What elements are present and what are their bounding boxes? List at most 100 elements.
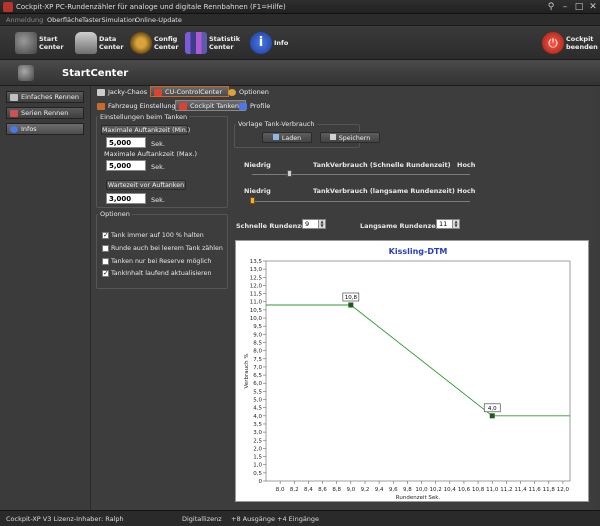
- minimize-button[interactable]: –: [558, 1, 572, 13]
- save-button[interactable]: Speichern: [320, 132, 380, 143]
- nav-serien-rennen[interactable]: Serien Rennen: [6, 107, 84, 119]
- data-point: [348, 302, 354, 308]
- y-tick-label: 6,0: [253, 381, 262, 387]
- unit-label: Sek.: [151, 140, 165, 148]
- tab-profile[interactable]: Profile: [235, 100, 277, 111]
- fast-lap-spinner[interactable]: 9 ▲ ▼: [302, 219, 326, 229]
- statistik-center-button[interactable]: Statistik Center: [185, 30, 240, 56]
- checkbox-label: Tank immer auf 100 % halten: [111, 232, 204, 239]
- template-group-title: Vorlage Tank-Verbrauch: [236, 120, 317, 128]
- x-tick-label: 10,0: [415, 487, 428, 493]
- y-tick-label: 11,5: [250, 292, 263, 298]
- power-icon: ⏻: [542, 32, 564, 54]
- max-refuel-input[interactable]: 5,000: [106, 160, 146, 171]
- data-point: [489, 413, 495, 419]
- tanken-group-title: Einstellungen beim Tanken: [98, 113, 190, 121]
- slider-slow-high: Hoch: [457, 187, 476, 195]
- x-tick-label: 11,0: [486, 487, 499, 493]
- page-header: StartCenter: [0, 60, 600, 86]
- tab-optionen[interactable]: Optionen: [224, 86, 276, 97]
- y-tick-label: 10,0: [250, 316, 263, 322]
- slow-lap-spinner[interactable]: 11 ▲ ▼: [436, 219, 460, 229]
- slider-fast-low: Niedrig: [244, 161, 271, 169]
- config-center-label: Config Center: [154, 35, 179, 51]
- license-text: Cockpit-XP V3 Lizenz-Inhaber: Ralph: [6, 515, 124, 523]
- quit-button[interactable]: ⏻ Cockpit beenden: [542, 30, 598, 56]
- data-label: 10,8: [345, 295, 358, 301]
- checkbox-tank-100[interactable]: [102, 231, 109, 239]
- spinner-arrows-icon[interactable]: ▲ ▼: [318, 220, 325, 228]
- data-center-label: Data Center: [99, 35, 124, 51]
- slider-slow-track[interactable]: [252, 201, 470, 202]
- slider-slow-low: Niedrig: [244, 187, 271, 195]
- x-tick-label: 10,8: [472, 487, 485, 493]
- chart-title: Kissling-DTM: [389, 247, 448, 256]
- config-center-button[interactable]: Config Center: [130, 30, 180, 56]
- y-tick-label: 13,5: [250, 259, 263, 265]
- tab-label: Fahrzeug Einstellungen: [108, 102, 184, 110]
- x-tick-label: 9,6: [389, 487, 398, 493]
- plot-area: [265, 260, 571, 482]
- x-tick-label: 11,4: [514, 487, 527, 493]
- x-tick-label: 8,4: [304, 487, 313, 493]
- save-label: Speichern: [338, 135, 371, 142]
- nav-label: Serien Rennen: [21, 109, 69, 117]
- checkbox-reserve-only[interactable]: [102, 258, 109, 265]
- slow-lap-value: 11: [439, 220, 448, 228]
- nav-einfaches-rennen[interactable]: Einfaches Rennen: [6, 91, 84, 103]
- menu-online-update[interactable]: Online-Update: [135, 16, 182, 24]
- min-refuel-input[interactable]: 5,000: [106, 137, 146, 148]
- info-label: Info: [274, 39, 289, 47]
- info-icon: i: [250, 32, 272, 54]
- chart-svg: Kissling-DTM 0 0,5 1,0 1,5 2,0 2,5 3,0 3,5 4,0 4,5…: [244, 247, 571, 501]
- start-center-label: Start Center: [39, 35, 64, 51]
- x-tick-label: 8,2: [290, 487, 299, 493]
- spinner-arrows-icon[interactable]: ▲ ▼: [452, 220, 459, 228]
- menu-bar: Anmeldung Oberfläche TasterSimulation On…: [0, 14, 600, 26]
- x-tick-label: 11,2: [500, 487, 512, 493]
- car-settings-icon: [97, 103, 105, 110]
- x-tick-label: 9,4: [375, 487, 384, 493]
- statistik-center-label: Statistik Center: [209, 35, 241, 51]
- x-tick-label: 11,6: [529, 487, 542, 493]
- slider-fast-track[interactable]: [252, 174, 470, 175]
- close-button[interactable]: ✕: [586, 1, 600, 13]
- menu-tastersimulation[interactable]: TasterSimulation: [82, 16, 136, 24]
- slider-fast-knob[interactable]: [287, 170, 293, 177]
- car-icon: [97, 89, 105, 96]
- app-icon: [3, 2, 13, 12]
- info-button[interactable]: i Info: [250, 30, 295, 56]
- y-tick-label: 7,0: [253, 365, 262, 371]
- slider-slow-label: TankVerbrauch (langsame Rundenzeit): [313, 187, 455, 195]
- quit-label: Cockpit beenden: [566, 35, 598, 51]
- tab-cu-controlcenter[interactable]: CU-ControlCenter: [150, 86, 230, 97]
- y-tick-label: 1,5: [253, 455, 262, 461]
- start-center-button[interactable]: Start Center: [15, 30, 65, 56]
- tab-jacky-chaos[interactable]: Jacky-Chaos: [93, 86, 154, 97]
- min-refuel-label: Maximale Auftankzeit (Min.): [101, 125, 191, 135]
- x-tick-label: 9,0: [346, 487, 355, 493]
- slider-slow-knob[interactable]: [250, 197, 255, 204]
- tab-label: Optionen: [239, 88, 269, 96]
- status-bar: Cockpit-XP V3 Lizenz-Inhaber: Ralph Digi…: [0, 510, 600, 526]
- license-mode: Digitallizenz: [182, 515, 222, 523]
- save-icon: [329, 134, 336, 140]
- wait-time-input[interactable]: 3,000: [106, 193, 146, 204]
- y-tick-label: 8,5: [253, 340, 262, 346]
- y-tick-label: 3,0: [253, 430, 262, 436]
- bar-chart-icon: [185, 32, 207, 54]
- search-icon[interactable]: ⚲: [544, 1, 558, 13]
- menu-oberflaeche[interactable]: Oberfläche: [47, 16, 83, 24]
- window-title: Cockpit-XP PC-Rundenzähler für analoge u…: [16, 3, 286, 11]
- checkbox-live-update[interactable]: [102, 269, 109, 277]
- x-tick-label: 9,2: [361, 487, 370, 493]
- wait-time-label: Wartezeit vor Auftanken: [106, 180, 186, 190]
- load-button[interactable]: Laden: [262, 132, 312, 143]
- data-center-button[interactable]: Data Center: [75, 30, 125, 56]
- fast-lap-value: 9: [305, 220, 310, 228]
- nav-infos[interactable]: Infos: [6, 123, 84, 135]
- maximize-button[interactable]: □: [572, 1, 586, 13]
- title-bar: Cockpit-XP PC-Rundenzähler für analoge u…: [0, 0, 600, 14]
- checkbox-empty-tank-lap[interactable]: [102, 245, 109, 252]
- menu-anmeldung[interactable]: Anmeldung: [6, 16, 43, 24]
